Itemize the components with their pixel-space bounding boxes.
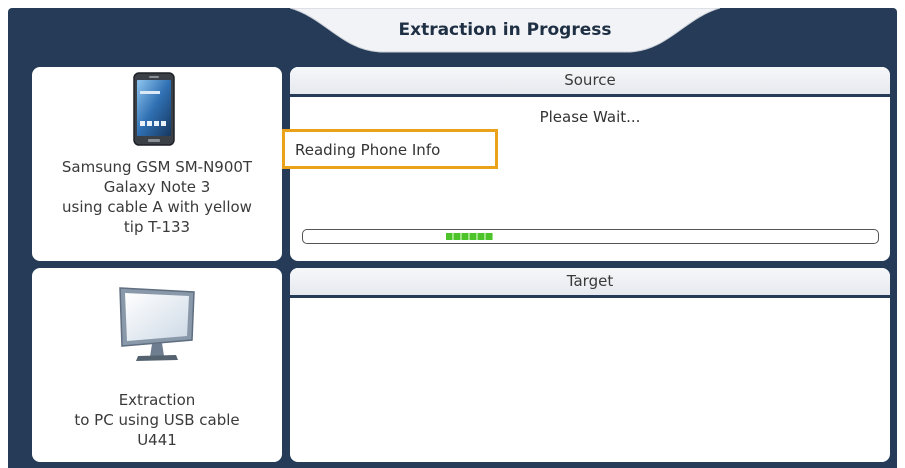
monitor-icon	[119, 287, 195, 361]
phone-icon	[133, 72, 175, 146]
device-caption-line: using cable A with yellow	[62, 198, 252, 216]
reading-info-highlight: Reading Phone Info	[282, 129, 498, 169]
destination-caption-line: Extraction	[118, 391, 196, 409]
destination-caption-line: to PC using USB cable	[74, 411, 240, 429]
device-caption-line: tip T-133	[123, 218, 191, 236]
title-tab: Extraction in Progress	[290, 8, 720, 54]
target-panel: Target	[290, 268, 890, 462]
device-caption-line: Galaxy Note 3	[103, 178, 211, 196]
source-overlay: Reading Phone Info	[282, 67, 890, 261]
extraction-window: Extraction in Progress Samsung GSM SM-N9…	[0, 0, 905, 468]
reading-info-text: Reading Phone Info	[295, 141, 441, 159]
device-caption-line: Samsung GSM SM-N900T	[61, 158, 253, 176]
destination-caption-line: U441	[137, 431, 177, 449]
page-title: Extraction in Progress	[398, 20, 612, 40]
target-header: Target	[290, 268, 890, 298]
destination-pc-panel: Extraction to PC using USB cable U441	[32, 268, 282, 462]
source-device-panel: Samsung GSM SM-N900T Galaxy Note 3 using…	[32, 67, 282, 261]
